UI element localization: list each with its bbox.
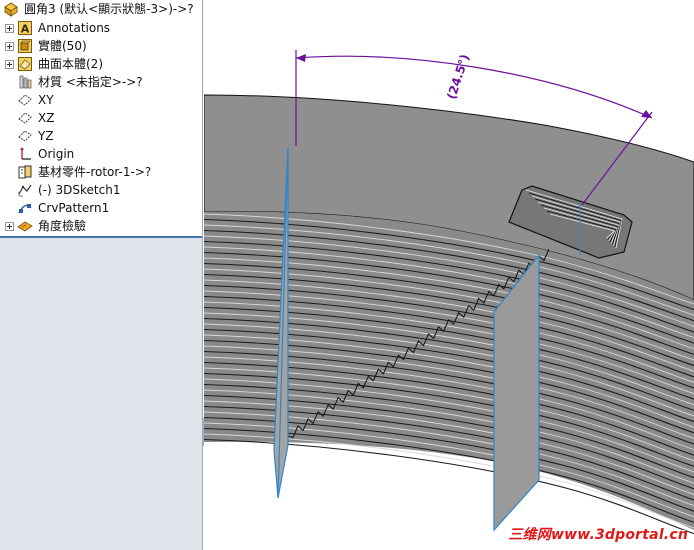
- svg-text:A: A: [21, 23, 30, 36]
- angle-check-icon: [17, 218, 33, 234]
- tree-item-label: XY: [38, 93, 54, 107]
- plane-icon: [17, 128, 33, 144]
- watermark: 三维网www.3dportal.cn: [508, 527, 688, 543]
- tree-item-base-part[interactable]: 基材零件-rotor-1->?: [0, 163, 151, 181]
- model-view[interactable]: (24.5°): [204, 0, 694, 550]
- tree-item-plane-xz[interactable]: XZ: [0, 109, 54, 127]
- tree-root-label: 圓角3 (默认<顯示狀態-3>)->?: [24, 2, 194, 16]
- tree-item-annotations[interactable]: A Annotations: [0, 19, 110, 37]
- tree-item-origin[interactable]: Origin: [0, 145, 74, 163]
- plane-icon: [17, 110, 33, 126]
- tree-item-label: 材質 <未指定>->?: [38, 75, 143, 89]
- solid-bodies-icon: [17, 38, 33, 54]
- graphics-viewport[interactable]: (24.5°): [204, 0, 694, 550]
- base-part-icon: [17, 164, 33, 180]
- expand-icon[interactable]: [5, 59, 14, 69]
- 3d-sketch-icon: [17, 182, 33, 198]
- tree-item-label: 曲面本體(2): [38, 57, 103, 71]
- tree-item-label: YZ: [38, 129, 54, 143]
- expand-icon[interactable]: [5, 23, 14, 33]
- angle-dimension-label[interactable]: (24.5°): [444, 52, 472, 101]
- feature-manager-tree: 圓角3 (默认<顯示狀態-3>)->? A Annotations 實體(50): [0, 0, 203, 550]
- dimension-arrow: [296, 54, 306, 62]
- tree-item-plane-xy[interactable]: XY: [0, 91, 54, 109]
- tree-item-angle-check[interactable]: 角度檢驗: [0, 217, 86, 235]
- tree-item-plane-yz[interactable]: YZ: [0, 127, 54, 145]
- origin-icon: [17, 146, 33, 162]
- tree-panel-lower-area: [0, 237, 202, 550]
- curve-pattern-icon: [17, 200, 33, 216]
- material-icon: [17, 74, 33, 90]
- annotations-icon: A: [17, 20, 33, 36]
- tree-item-label: CrvPattern1: [38, 201, 110, 215]
- part-icon: [3, 1, 19, 17]
- tree-panel-divider[interactable]: [0, 236, 202, 238]
- tree-root[interactable]: 圓角3 (默认<顯示狀態-3>)->?: [0, 0, 194, 18]
- tree-item-curve-pattern[interactable]: CrvPattern1: [0, 199, 109, 217]
- tree-item-label: 基材零件-rotor-1->?: [38, 165, 152, 179]
- expand-icon[interactable]: [5, 41, 14, 51]
- expand-icon[interactable]: [5, 221, 14, 231]
- tree-item-3d-sketch[interactable]: (-) 3DSketch1: [0, 181, 120, 199]
- surface-bodies-icon: [17, 56, 33, 72]
- tree-item-surface-bodies[interactable]: 曲面本體(2): [0, 55, 103, 73]
- tree-item-solid-bodies[interactable]: 實體(50): [0, 37, 87, 55]
- tree-item-label: 實體(50): [38, 39, 87, 53]
- tree-item-label: 角度檢驗: [38, 219, 87, 233]
- tree-item-material[interactable]: 材質 <未指定>->?: [0, 73, 143, 91]
- plane-icon: [17, 92, 33, 108]
- tree-item-label: XZ: [38, 111, 55, 125]
- tree-item-label: Annotations: [38, 21, 111, 35]
- tree-item-label: (-) 3DSketch1: [38, 183, 121, 197]
- tree-item-label: Origin: [38, 147, 75, 161]
